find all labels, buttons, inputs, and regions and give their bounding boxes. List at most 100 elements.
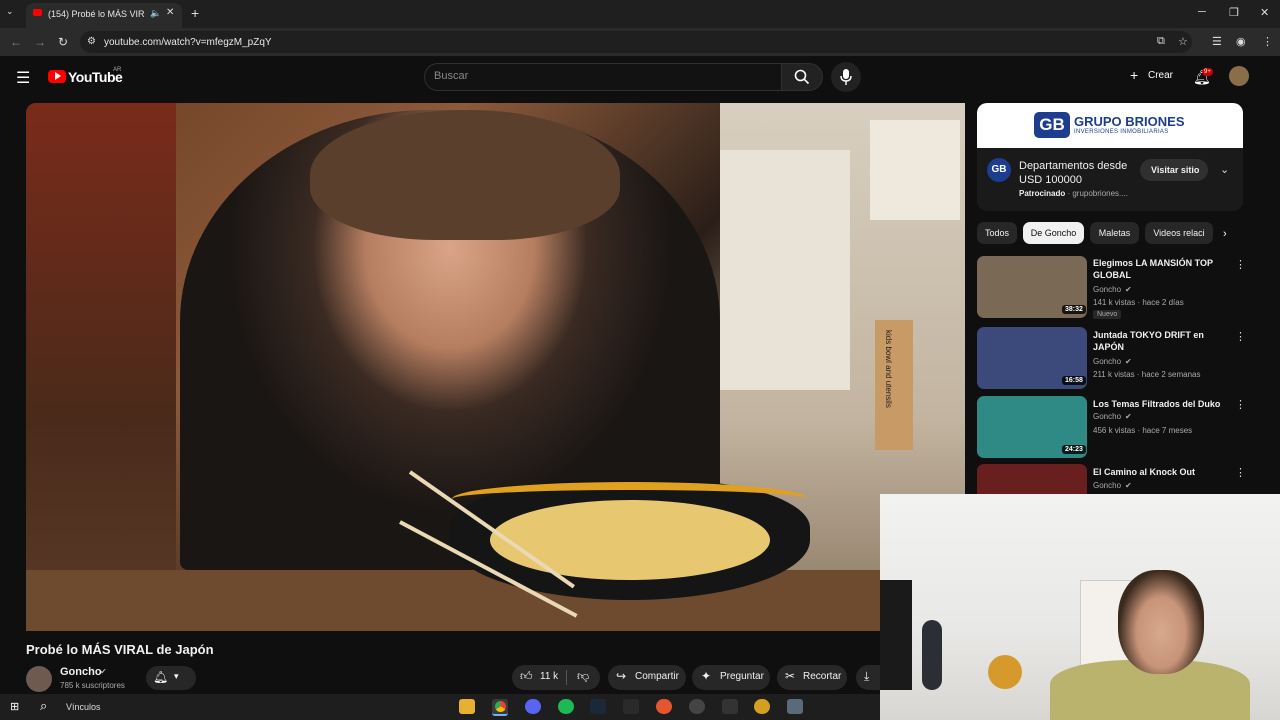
- video-scene-poster: [870, 120, 960, 220]
- taskbar-search-icon[interactable]: ⌕: [40, 698, 47, 714]
- account-avatar[interactable]: [1229, 66, 1249, 86]
- discord-icon[interactable]: [525, 699, 541, 714]
- like-count[interactable]: 11 k: [540, 671, 558, 682]
- youtube-favicon-icon: [33, 9, 42, 16]
- menu-dots-icon[interactable]: ⋮: [1262, 35, 1273, 48]
- webcam-person-head: [1118, 570, 1204, 674]
- voice-search-button[interactable]: [831, 62, 861, 92]
- more-options-icon[interactable]: ⋮: [1235, 330, 1246, 343]
- app-icon-2[interactable]: [754, 699, 770, 714]
- channel-avatar[interactable]: [26, 666, 52, 692]
- search-button[interactable]: [781, 63, 823, 91]
- app-icon[interactable]: [722, 699, 738, 714]
- window-close-icon[interactable]: ✕: [1260, 6, 1269, 19]
- more-options-icon[interactable]: ⋮: [1235, 258, 1246, 271]
- scissors-icon: ✂: [785, 669, 796, 683]
- ad-expand-chevron-icon[interactable]: ⌄: [1220, 163, 1229, 176]
- epic-games-icon[interactable]: [623, 699, 639, 714]
- recommendation-thumbnail[interactable]: 38:32: [977, 256, 1087, 318]
- recommendation-meta: 456 k vistas · hace 7 meses: [1093, 426, 1193, 435]
- clip-label: Recortar: [803, 671, 842, 682]
- new-tab-button[interactable]: +: [191, 5, 199, 21]
- verified-icon: ✔: [100, 667, 107, 676]
- dislike-icon[interactable]: 👎︎: [577, 669, 589, 684]
- webcam-thermos: [922, 620, 942, 690]
- bell-icon: 🔔︎: [153, 670, 169, 684]
- tab-search-icon[interactable]: ☰: [1212, 35, 1222, 48]
- tab-close-icon[interactable]: ✕: [166, 7, 174, 18]
- download-icon: ⤓: [864, 669, 870, 683]
- duration-badge: 38:32: [1062, 305, 1086, 314]
- obs-icon[interactable]: [689, 699, 705, 714]
- ad-advertiser-icon[interactable]: GB: [987, 158, 1011, 182]
- speaker-icon[interactable]: 🔈: [150, 8, 161, 19]
- windows-start-icon[interactable]: ⊞: [10, 700, 19, 713]
- recommendation-title[interactable]: Elegimos LA MANSIÓN TOP GLOBAL: [1093, 257, 1223, 281]
- ad-brand-name: GRUPO BRIONES: [1074, 114, 1185, 129]
- forward-icon[interactable]: →: [34, 35, 46, 49]
- notepad-icon[interactable]: [787, 699, 803, 714]
- more-options-icon[interactable]: ⋮: [1235, 466, 1246, 479]
- taskbar-search-label[interactable]: Vínculos: [66, 702, 101, 712]
- origin-icon[interactable]: [656, 699, 672, 714]
- hamburger-menu-icon[interactable]: ☰: [16, 68, 30, 88]
- recommendation-thumbnail[interactable]: 16:58: [977, 327, 1087, 389]
- recommendation-thumbnail[interactable]: 24:23: [977, 396, 1087, 458]
- site-settings-icon[interactable]: ⚙: [87, 36, 96, 47]
- video-title: Probé lo MÁS VIRAL de Japón: [26, 642, 214, 657]
- like-divider: [566, 670, 567, 685]
- install-icon[interactable]: ⧉: [1157, 35, 1165, 48]
- recommendation-thumbnail[interactable]: [977, 464, 1087, 494]
- recommendation-title[interactable]: Juntada TOKYO DRIFT en JAPÓN: [1093, 329, 1223, 353]
- recommendation-channel[interactable]: Goncho: [1093, 481, 1121, 490]
- bookmark-star-icon[interactable]: ☆: [1178, 35, 1188, 48]
- recommendation-channel[interactable]: Goncho: [1093, 285, 1121, 294]
- recommendation-meta: 141 k vistas · hace 2 días: [1093, 298, 1184, 307]
- recommendation-title[interactable]: El Camino al Knock Out: [1093, 466, 1223, 478]
- minimize-icon[interactable]: ─: [1198, 6, 1206, 18]
- chevron-down-icon: ▾: [174, 671, 179, 681]
- verified-icon: ✔: [1125, 412, 1132, 421]
- duration-badge: 24:23: [1062, 445, 1086, 454]
- like-icon[interactable]: 👍︎: [520, 669, 533, 684]
- duration-badge: 16:58: [1062, 376, 1086, 385]
- channel-name[interactable]: Goncho: [60, 666, 102, 678]
- visit-site-label: Visitar sitio: [1151, 165, 1200, 175]
- microphone-icon: [840, 69, 852, 85]
- profile-icon[interactable]: ◉: [1236, 35, 1246, 48]
- chip-videos-relacionados[interactable]: Videos relaci: [1145, 222, 1213, 244]
- chip-de-goncho[interactable]: De Goncho: [1023, 222, 1084, 244]
- chrome-logo-icon: [495, 701, 506, 712]
- recommendation-meta: 211 k vistas · hace 2 semanas: [1093, 370, 1201, 379]
- ask-label: Preguntar: [720, 671, 764, 682]
- ad-sponsored-line: Patrocinado · grupobriones....: [1019, 189, 1128, 198]
- recommendation-channel[interactable]: Goncho: [1093, 412, 1121, 421]
- video-scene-menu: [720, 150, 850, 390]
- search-icon: [794, 69, 810, 85]
- region-code: AR: [113, 67, 122, 73]
- spotify-icon[interactable]: [558, 699, 574, 714]
- chevron-right-icon[interactable]: ›: [1223, 228, 1227, 240]
- ad-title[interactable]: Departamentos desde USD 100000: [1019, 159, 1149, 187]
- chip-todos[interactable]: Todos: [977, 222, 1017, 244]
- more-options-icon[interactable]: ⋮: [1235, 398, 1246, 411]
- ad-brand-subtitle: INVERSIONES INMOBILIARIAS: [1074, 129, 1169, 135]
- recommendation-title[interactable]: Los Temas Filtrados del Duko: [1093, 398, 1223, 410]
- webcam-monitor: [880, 580, 912, 690]
- verified-icon: ✔: [1125, 357, 1132, 366]
- video-scene-hair: [310, 110, 620, 240]
- new-badge: Nuevo: [1093, 310, 1122, 319]
- share-icon: ↪: [616, 669, 627, 683]
- steam-icon[interactable]: [590, 699, 606, 714]
- ad-brand-logo: GB: [1034, 112, 1070, 138]
- url-text: youtube.com/watch?v=mfegzM_pZqY: [104, 37, 272, 48]
- play-icon: [55, 72, 61, 80]
- tab-list-button[interactable]: ⌄: [6, 6, 14, 17]
- back-icon[interactable]: ←: [10, 35, 22, 49]
- chip-maletas[interactable]: Maletas: [1090, 222, 1139, 244]
- reload-icon[interactable]: ↻: [58, 35, 68, 49]
- recommendation-channel[interactable]: Goncho: [1093, 357, 1121, 366]
- search-input[interactable]: [424, 63, 782, 91]
- file-explorer-icon[interactable]: [459, 699, 475, 714]
- restore-icon[interactable]: ❐: [1229, 6, 1239, 19]
